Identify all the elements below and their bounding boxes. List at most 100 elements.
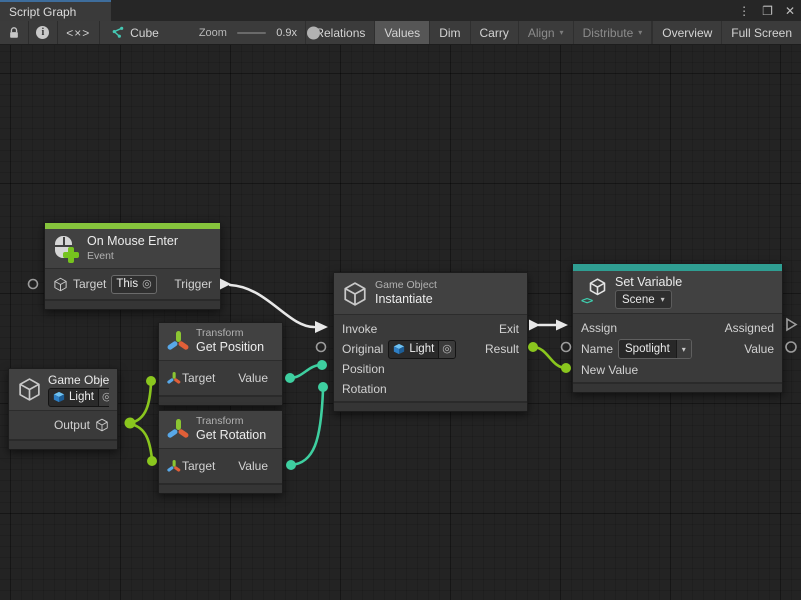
menu-dots-icon[interactable]: ⋮	[738, 5, 750, 17]
exit-output-port[interactable]	[529, 320, 540, 331]
assign-input-port[interactable]	[556, 320, 568, 331]
node-subtitle: Event	[87, 250, 178, 263]
transform-icon	[167, 459, 176, 473]
graph-canvas[interactable]: On Mouse Enter Event Target This ◎ Trigg…	[0, 45, 801, 600]
node-get-rotation[interactable]: Transform Get Rotation Target Value	[158, 410, 283, 494]
node-title: Game Object	[48, 373, 109, 388]
get-position-row: Target Value	[159, 361, 282, 395]
new-value-input-port[interactable]	[561, 363, 571, 373]
transform-icon	[167, 418, 189, 441]
script-graph-window: Script Graph ⋮ ❐ ✕ i <×>	[0, 0, 801, 600]
game-object-output-row: Output	[9, 411, 117, 439]
assigned-output-port[interactable]	[787, 319, 796, 330]
object-picker-icon[interactable]: ◎	[142, 279, 152, 290]
carry-label: Carry	[480, 26, 509, 40]
game-object-literal-header: Game Object Light ◎	[9, 369, 117, 411]
close-icon[interactable]: ✕	[785, 5, 795, 17]
tab-bar: Script Graph ⋮ ❐ ✕	[0, 0, 801, 21]
align-button[interactable]: Align ▾	[518, 21, 573, 44]
get-rotation-target-port[interactable]	[147, 456, 157, 466]
get-rotation-row: Target Value	[159, 449, 282, 483]
cube-icon	[53, 277, 68, 292]
node-footer	[45, 299, 220, 309]
instantiate-rotation-row: Rotation	[334, 379, 527, 399]
invoke-label: Invoke	[342, 322, 377, 336]
game-object-icon	[393, 343, 405, 355]
graph-breadcrumb[interactable]: Cube	[99, 21, 173, 44]
variable-scope-dropdown[interactable]: Scene ▾	[615, 290, 672, 309]
get-position-value-port[interactable]	[285, 373, 295, 383]
game-object-value-field[interactable]: Light ◎	[48, 388, 109, 407]
on-mouse-enter-header: On Mouse Enter Event	[45, 229, 220, 269]
variable-name-dropdown[interactable]: Spotlight ▾	[618, 339, 692, 359]
maximize-icon[interactable]: ❐	[762, 5, 773, 17]
invoke-input-port[interactable]	[315, 321, 328, 333]
position-input-port[interactable]	[317, 360, 327, 370]
result-output-port[interactable]	[528, 342, 538, 352]
distribute-button[interactable]: Distribute ▾	[573, 21, 653, 44]
align-label: Align	[528, 26, 555, 40]
node-title: Get Rotation	[196, 428, 266, 444]
variable-brackets-icon: <>	[581, 294, 592, 307]
node-footer	[159, 395, 282, 405]
value-output-port[interactable]	[786, 342, 796, 352]
original-label: Original	[342, 342, 383, 356]
on-mouse-enter-input-port[interactable]	[29, 280, 38, 289]
trigger-output-port[interactable]	[220, 279, 231, 290]
code-preview-button[interactable]: <×>	[58, 21, 99, 44]
wire-result-to-new-value	[533, 347, 566, 368]
lock-button[interactable]	[0, 21, 28, 44]
object-picker-button[interactable]: ◎	[438, 341, 455, 358]
get-position-header: Transform Get Position	[159, 323, 282, 361]
wire-rotation	[291, 390, 323, 465]
get-position-target-port[interactable]	[146, 376, 156, 386]
zoom-slider-handle[interactable]	[307, 26, 320, 39]
get-rotation-value-port[interactable]	[286, 460, 296, 470]
original-value: Light	[409, 343, 434, 355]
object-picker-icon: ◎	[102, 392, 109, 403]
rotation-input-port[interactable]	[318, 382, 328, 392]
output-port[interactable]	[125, 418, 136, 429]
dim-button[interactable]: Dim	[429, 21, 469, 44]
tab-script-graph[interactable]: Script Graph	[0, 0, 111, 21]
set-variable-assign-row: Assign Assigned	[573, 318, 782, 338]
script-graph-icon	[111, 26, 124, 39]
node-footer	[334, 401, 527, 411]
node-get-position[interactable]: Transform Get Position Target Value	[158, 322, 283, 406]
game-object-value: Light	[69, 391, 94, 403]
chevron-down-icon: ▾	[638, 28, 642, 37]
node-instantiate[interactable]: Game Object Instantiate Invoke Exit Orig…	[333, 272, 528, 412]
overview-label: Overview	[662, 26, 712, 40]
new-value-label: New Value	[581, 363, 638, 377]
get-rotation-header: Transform Get Rotation	[159, 411, 282, 449]
set-variable-header: <> Set Variable Scene ▾	[573, 271, 782, 314]
node-category: Transform	[196, 327, 264, 340]
set-variable-name-row: Name Spotlight ▾ Value	[573, 338, 782, 360]
set-variable-new-value-row: New Value	[573, 360, 782, 380]
object-picker-button[interactable]: ◎	[98, 389, 109, 406]
transform-icon	[167, 371, 176, 385]
node-footer	[9, 439, 117, 449]
overview-button[interactable]: Overview	[652, 21, 721, 44]
carry-button[interactable]: Carry	[470, 21, 518, 44]
chevron-down-icon: ▾	[560, 28, 564, 37]
original-input-port[interactable]	[317, 343, 326, 352]
node-game-object-literal[interactable]: Game Object Light ◎	[8, 368, 118, 450]
node-set-variable[interactable]: <> Set Variable Scene ▾ Assign Assigned …	[572, 263, 783, 393]
info-glyph: i	[41, 27, 44, 38]
info-icon: i	[36, 26, 49, 39]
relations-label: Relations	[315, 26, 365, 40]
code-icon: <×>	[66, 26, 90, 40]
full-screen-button[interactable]: Full Screen	[721, 21, 801, 44]
name-input-port[interactable]	[562, 343, 571, 352]
target-value-field[interactable]: This ◎	[111, 275, 156, 294]
node-category: Transform	[196, 415, 266, 428]
zoom-slider[interactable]	[237, 32, 266, 34]
game-object-icon	[53, 391, 65, 403]
original-value-field[interactable]: Light ◎	[388, 340, 456, 359]
info-button[interactable]: i	[28, 21, 57, 44]
node-on-mouse-enter[interactable]: On Mouse Enter Event Target This ◎ Trigg…	[44, 222, 221, 310]
result-label: Result	[485, 342, 519, 356]
wire-output-to-get-position	[130, 383, 151, 423]
values-button[interactable]: Values	[374, 21, 429, 44]
